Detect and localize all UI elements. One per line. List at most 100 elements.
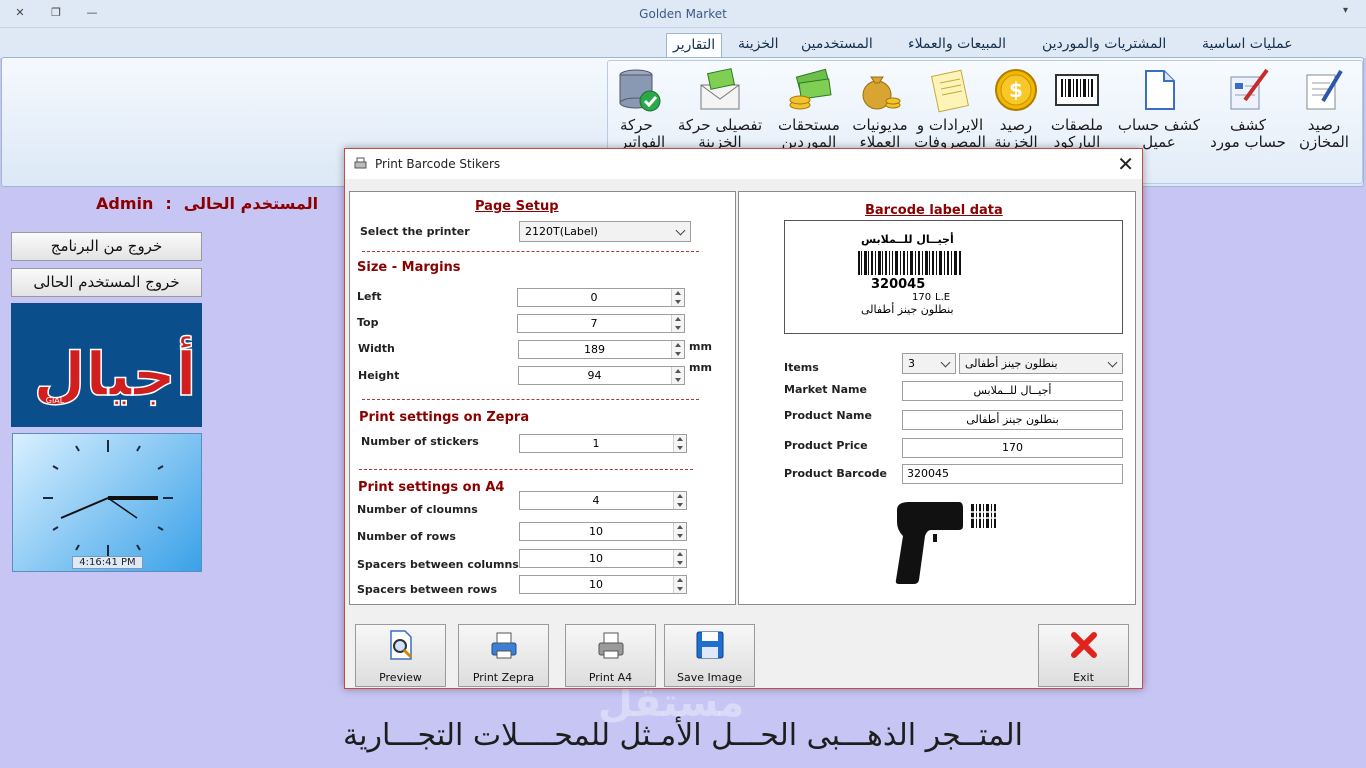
product-name-label: Product Name (784, 409, 872, 422)
slogan: المتــجر الذهـــبى الحـــل الأمـثل للمحـ… (343, 718, 1023, 753)
printer-select[interactable]: 2120T(Label) (519, 221, 691, 242)
top-margin-stepper[interactable]: 7 (517, 314, 685, 333)
label-data-panel: Barcode label data أجيــال للــملابس 320… (738, 191, 1136, 605)
analog-clock (12, 433, 202, 572)
items-select[interactable]: بنطلون جينز أطفالى (959, 353, 1123, 374)
left-margin-stepper[interactable]: 0 (517, 288, 685, 307)
stickers-stepper[interactable]: 1 (519, 434, 687, 453)
notepad-icon (930, 69, 970, 113)
logout-user-button[interactable]: خروج المستخدم الحالى (11, 268, 202, 297)
printer-grey-icon (598, 632, 623, 659)
spin-arrows-icon[interactable] (673, 550, 686, 567)
revenue-expenses-label: الايرادات و المصروفات (914, 116, 986, 151)
top-value: 7 (590, 317, 598, 330)
rows-value: 10 (589, 525, 603, 538)
spin-arrows-icon[interactable] (673, 576, 686, 593)
top-label: Top (357, 316, 379, 329)
columns-label: Number of cloumns (357, 503, 478, 516)
divider (362, 251, 699, 252)
spin-arrows-icon[interactable] (671, 341, 684, 358)
spacer-rows-value: 10 (589, 578, 603, 591)
gold-coin-icon: $ (995, 69, 1037, 111)
page-icon (1145, 70, 1175, 110)
svg-text:$: $ (1009, 78, 1023, 102)
height-value: 94 (587, 369, 602, 382)
product-price-label: Product Price (784, 439, 868, 452)
print-zepra-button[interactable]: Print Zepra (458, 624, 549, 687)
divider (359, 469, 693, 470)
columns-stepper[interactable]: 4 (519, 491, 687, 510)
margins-heading: Size - Margins (357, 260, 461, 275)
title-bar: ✕ ❐ — Golden Market ▾ (0, 0, 1366, 28)
treasury-details-label: تفصيلى حركة الخزينة (677, 116, 763, 151)
invoices-movement-label: حركة الفواتير (620, 116, 666, 151)
floppy-disk-icon (696, 631, 723, 659)
barcode-scanner-icon (895, 502, 997, 584)
product-price-field[interactable]: 170 (902, 438, 1123, 458)
width-unit: mm (689, 340, 712, 353)
window-title: Golden Market (639, 7, 727, 21)
current-user-label: المستخدم الحالى (183, 194, 319, 213)
printer-icon (491, 632, 516, 659)
product-barcode-field[interactable]: 320045 (902, 464, 1123, 484)
print-a4-button[interactable]: Print A4 (565, 624, 656, 687)
items-label: Items (784, 361, 819, 374)
items-qty-value: 3 (908, 357, 915, 370)
spin-arrows-icon[interactable] (671, 315, 684, 332)
spin-arrows-icon[interactable] (671, 367, 684, 384)
divider (362, 399, 699, 400)
print-barcode-dialog: Print Barcode Stikers ✕ Page Setup Selec… (344, 148, 1143, 689)
save-image-button[interactable]: Save Image (664, 624, 755, 687)
print-a4-label: Print A4 (588, 671, 633, 684)
exit-program-button[interactable]: خروج من البرنامج (11, 232, 202, 261)
page-setup-panel: Page Setup Select the printer 2120T(Labe… (349, 191, 736, 605)
spin-arrows-icon[interactable] (673, 435, 686, 452)
width-label: Width (358, 342, 395, 355)
supplier-statement-button[interactable]: كشف حساب مورد (1208, 61, 1288, 183)
spin-arrows-icon[interactable] (671, 289, 684, 306)
preview-market-name: أجيــال للــملابس (861, 233, 954, 246)
product-name-field[interactable]: بنطلون جينز أطفالى (902, 410, 1123, 430)
tab-treasury[interactable]: الخزينة (732, 33, 785, 57)
close-icon[interactable]: ✕ (1117, 152, 1134, 176)
exit-button[interactable]: Exit (1038, 624, 1129, 687)
spacer-rows-stepper[interactable]: 10 (519, 575, 687, 594)
spacer-columns-label: Spacers between columns (357, 558, 519, 571)
tab-basic-operations[interactable]: عمليات اساسية (1196, 33, 1299, 57)
columns-value: 4 (592, 494, 600, 507)
preview-product-name: بنطلون جينز أطفالى (861, 303, 954, 316)
spacer-columns-stepper[interactable]: 10 (519, 549, 687, 568)
tab-users[interactable]: المستخدمين (795, 33, 879, 57)
preview-button[interactable]: Preview (355, 624, 446, 687)
spin-arrows-icon[interactable] (673, 523, 686, 540)
spin-arrows-icon[interactable] (673, 492, 686, 509)
company-logo: أجيال GIAL (11, 303, 202, 427)
left-label: Left (357, 290, 382, 303)
items-value: بنطلون جينز أطفالى (965, 357, 1058, 370)
preview-barcode-number: 320045 (871, 277, 926, 292)
preview-label: Preview (379, 671, 422, 684)
tab-reports[interactable]: التقارير (666, 33, 723, 57)
preview-barcode (858, 251, 961, 275)
spacer-rows-label: Spacers between rows (357, 583, 498, 596)
tab-sales-customers[interactable]: المبيعات والعملاء (902, 33, 1012, 57)
market-name-field[interactable]: أجيــال للــملابس (902, 381, 1123, 401)
width-value: 189 (584, 343, 605, 356)
width-stepper[interactable]: 189 (518, 340, 685, 359)
tab-purchases-suppliers[interactable]: المشتريات والموردين (1036, 33, 1172, 57)
items-qty-select[interactable]: 3 (902, 353, 956, 374)
supplier-dues-label: مستحقات الموردين (778, 116, 840, 151)
zepra-heading: Print settings on Zepra (359, 410, 530, 425)
rows-stepper[interactable]: 10 (519, 522, 687, 541)
clock-face-icon (43, 440, 173, 557)
svg-text:GIAL: GIAL (46, 396, 65, 405)
height-label: Height (358, 369, 400, 382)
barcode-labels-label: ملصقات الباركود (1050, 116, 1104, 151)
chevron-down-icon (940, 357, 951, 368)
customer-debts-label: مديونيات العملاء (852, 116, 908, 151)
current-user-name: Admin (96, 194, 154, 213)
dialog-title-bar: Print Barcode Stikers ✕ (345, 149, 1142, 179)
quick-access-dropdown-icon[interactable]: ▾ (1343, 5, 1348, 16)
stock-balance-button[interactable]: رصيد المخازن (1285, 61, 1363, 183)
height-stepper[interactable]: 94 (518, 366, 685, 385)
